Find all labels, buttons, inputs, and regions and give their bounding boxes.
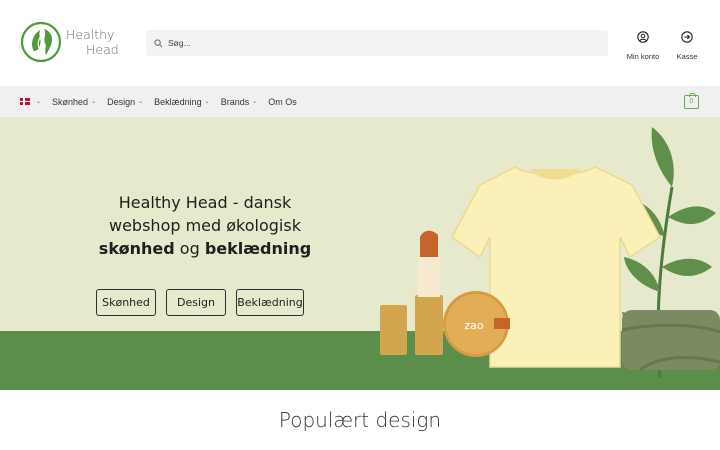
account-link[interactable]: Min konto <box>622 31 664 64</box>
chevron-down-icon: ⌄ <box>252 99 258 105</box>
site-header: Healthy Head Min konto Kasse <box>0 0 720 86</box>
hero-title-bold-1: skønhed <box>98 239 175 258</box>
search-box[interactable] <box>146 30 608 56</box>
nav-item-label: Beklædning <box>154 96 202 107</box>
arrow-right-circle-icon <box>681 31 693 43</box>
search-input[interactable] <box>168 38 588 48</box>
hero-title-bold-2: beklædning <box>204 239 312 258</box>
checkout-label: Kasse <box>676 52 698 61</box>
language-switcher[interactable]: ⌄ <box>20 98 41 105</box>
shopping-bag-icon[interactable]: 0 <box>684 93 699 109</box>
nav-item-label: Design <box>107 96 136 107</box>
chevron-down-icon: ⌄ <box>91 99 97 105</box>
compact-label: zao <box>464 319 484 332</box>
leaf-face-logo-icon <box>20 21 62 63</box>
user-circle-icon <box>637 31 649 43</box>
nav-item-label: Om Os <box>268 96 297 107</box>
hero-title-line-2: webshop med økologisk <box>109 216 301 235</box>
main-nav: ⌄ Skønhed ⌄ Design ⌄ Beklædning ⌄ Brands… <box>0 86 720 117</box>
nav-item-design[interactable]: Design ⌄ <box>107 97 143 107</box>
hero-title-line-1: Healthy Head - dansk <box>118 193 292 212</box>
hero-button-skonhed[interactable]: Skønhed <box>96 289 156 316</box>
danish-flag-icon <box>20 98 30 105</box>
hero-title-mid: og <box>174 239 205 258</box>
hero-banner: zao Healthy Head - dansk webshop med øko… <box>0 117 720 390</box>
nav-item-label: Brands <box>220 96 250 107</box>
hero-title-line-3: skønhed og beklædning <box>90 237 320 260</box>
section-title-popular-design: Populært design <box>278 408 442 432</box>
nav-item-beklaedning[interactable]: Beklædning ⌄ <box>154 97 210 107</box>
search-icon <box>154 38 163 47</box>
logo-line-1: Healthy <box>66 27 115 42</box>
nav-item-skonhed[interactable]: Skønhed ⌄ <box>52 97 96 107</box>
logo-line-2: Head <box>86 42 119 57</box>
nav-item-label: Skønhed <box>52 96 89 107</box>
hero-button-beklaedning[interactable]: Beklædning <box>236 289 304 316</box>
site-logo[interactable]: Healthy Head <box>20 20 130 64</box>
chevron-down-icon: ⌄ <box>204 99 210 105</box>
account-label: Min konto <box>626 52 660 61</box>
folded-clothes-icon <box>621 310 720 372</box>
logo-text: Healthy Head <box>66 27 119 57</box>
nav-item-om-os[interactable]: Om Os <box>268 97 297 107</box>
hero-button-design[interactable]: Design <box>166 289 226 316</box>
chevron-down-icon: ⌄ <box>36 99 42 105</box>
chevron-down-icon: ⌄ <box>138 99 144 105</box>
cart-count: 0 <box>689 98 694 105</box>
checkout-link[interactable]: Kasse <box>672 31 702 64</box>
hero-title: Healthy Head - dansk webshop med økologi… <box>90 191 320 260</box>
nav-item-brands[interactable]: Brands ⌄ <box>221 97 258 107</box>
lipstick-icon <box>380 230 443 355</box>
